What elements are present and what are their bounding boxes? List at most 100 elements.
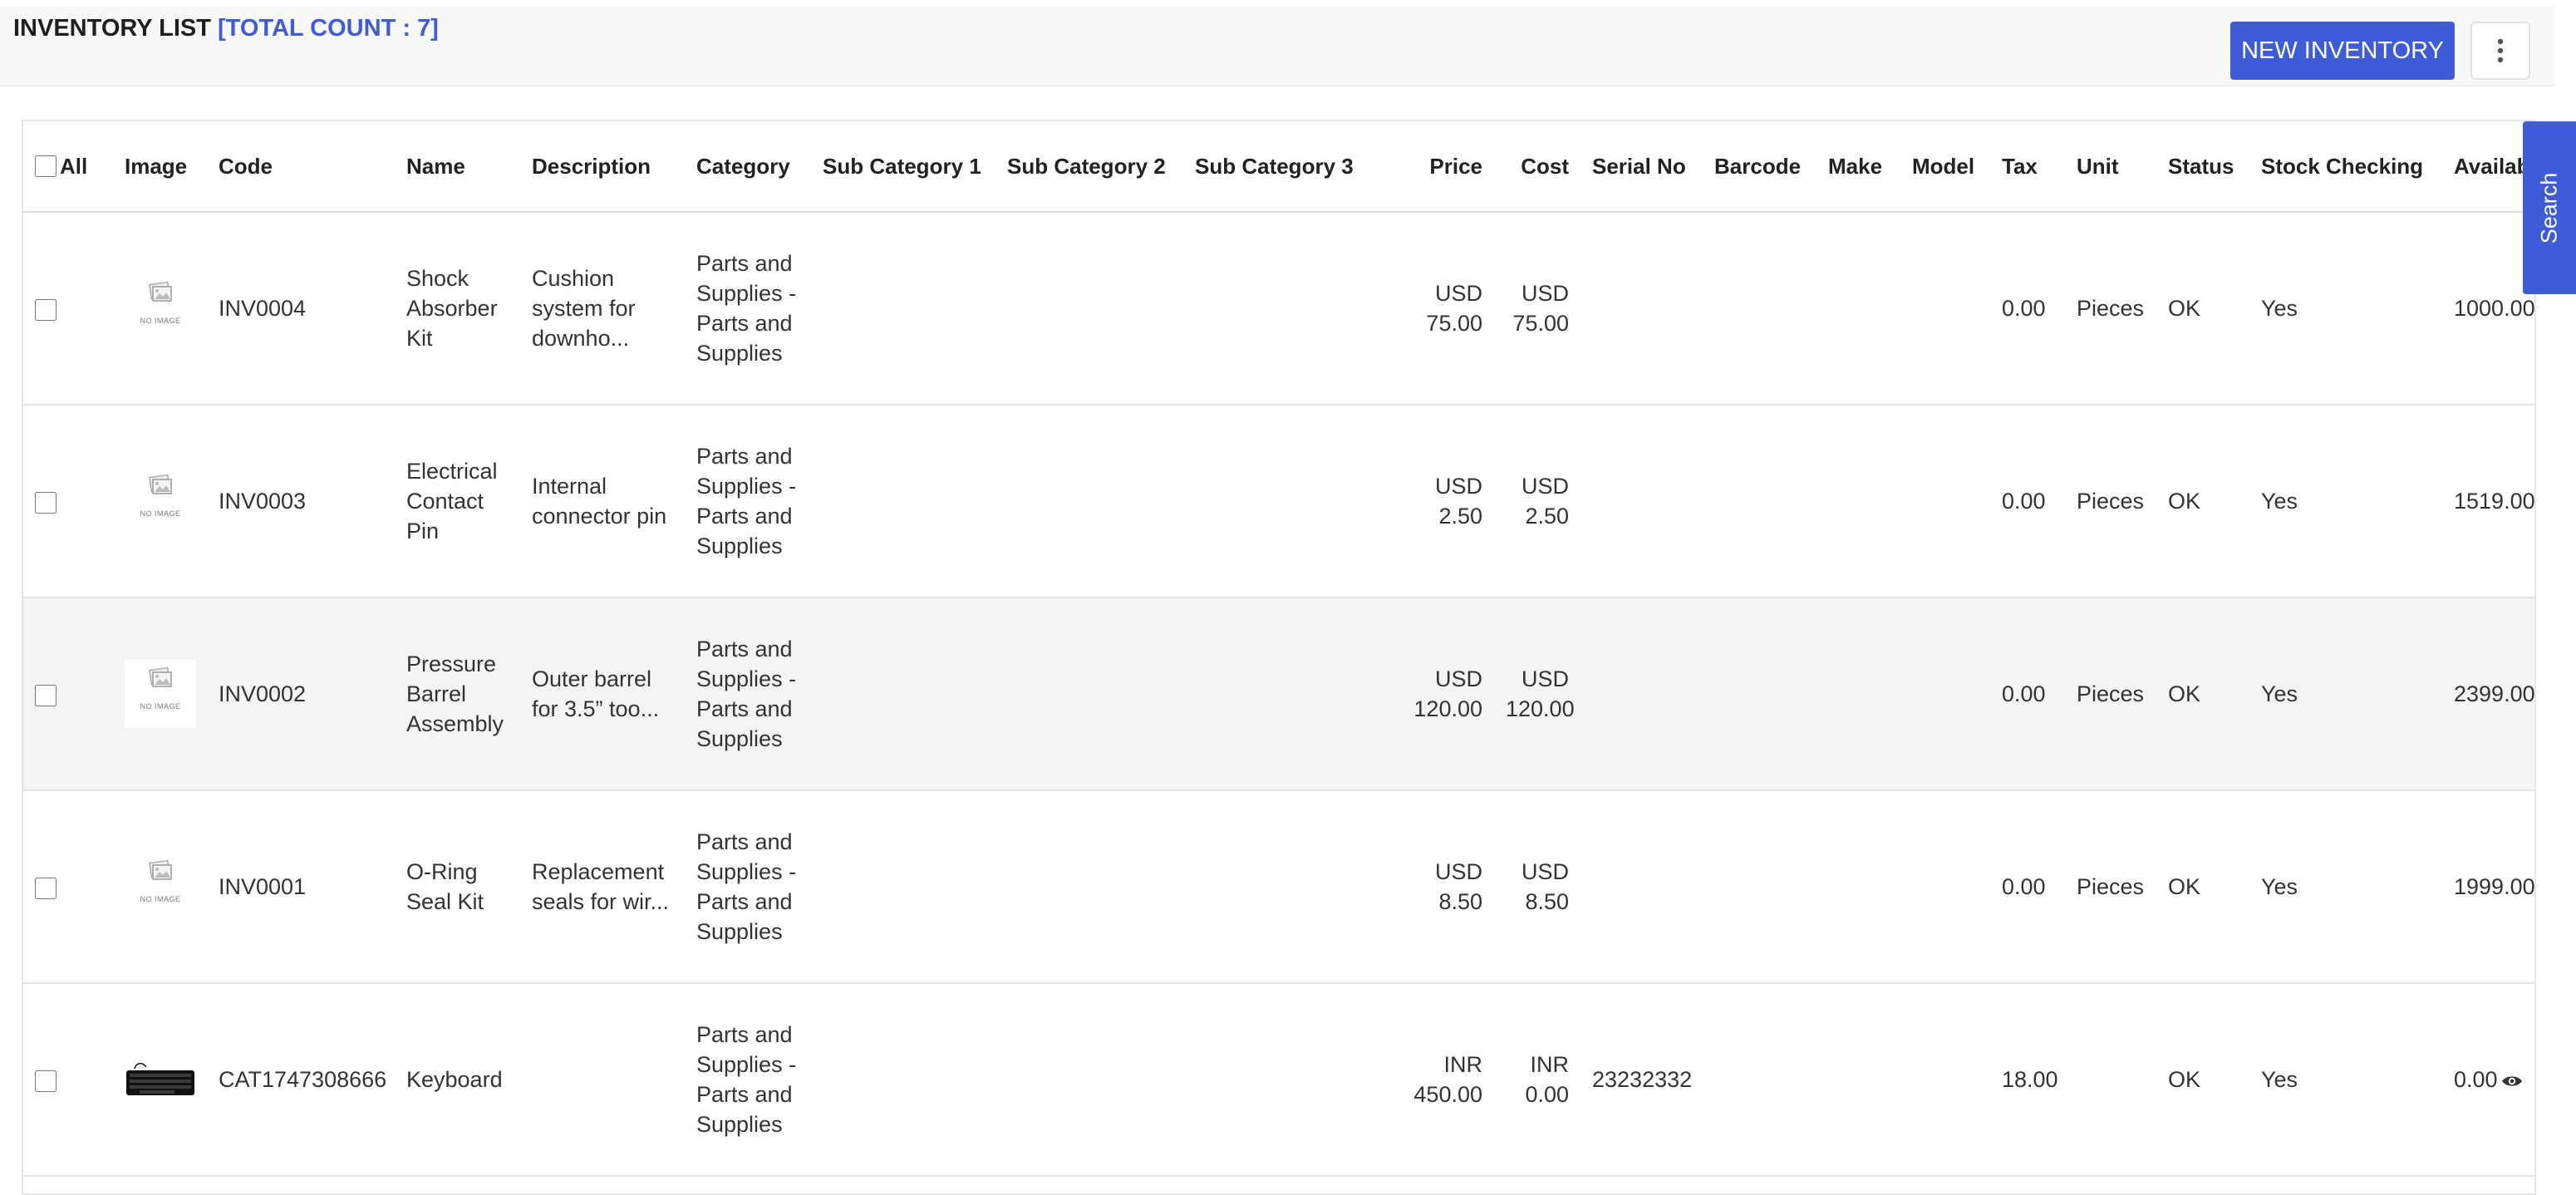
table-row[interactable]: NO IMAGE INV0004 Shock Absorber Kit Cush… [23,212,2534,406]
cost-value: 75.00 [1512,311,1569,336]
col-header-sub-category-3[interactable]: Sub Category 3 [1183,121,1386,213]
sub-category-2-cell [995,212,1183,406]
price-value: 8.50 [1438,889,1482,914]
available-cell: 1999.00 [2442,790,2534,984]
col-header-tax[interactable]: Tax [1990,121,2065,213]
cost-value: 120.00 [1506,696,1575,721]
description-cell [520,983,685,1177]
description-cell: Replacement seals for wir... [520,790,685,984]
col-header-description[interactable]: Description [520,121,685,213]
price-cell: USD 2.50 [1386,405,1494,598]
model-cell [1900,790,1990,984]
total-count: [TOTAL COUNT : 7] [218,15,439,42]
category-cell: Parts and Supplies - Parts and Supplies [685,983,811,1177]
col-header-unit[interactable]: Unit [2065,121,2156,213]
col-header-model[interactable]: Model [1900,121,1990,213]
no-image-icon: NO IMAGE [125,660,196,728]
col-header-make[interactable]: Make [1816,121,1900,213]
sub-category-1-cell [811,598,995,791]
category-cell: Parts and Supplies - Parts and Supplies [685,598,811,791]
description-cell: Internal connector pin [520,405,685,598]
col-header-name[interactable]: Name [395,121,520,213]
price-cell: USD 8.50 [1386,790,1494,984]
price-value: 120.00 [1413,696,1482,721]
col-header-sub-category-2[interactable]: Sub Category 2 [995,121,1183,213]
col-header-serial-no[interactable]: Serial No [1581,121,1703,213]
code-cell: INV0004 [207,212,395,406]
table-row[interactable]: NO IMAGE INV0003 Electrical Contact Pin … [23,405,2534,598]
tax-cell: 18.00 [1990,983,2065,1177]
row-select-cell [23,212,113,406]
unit-cell: Pieces [2065,598,2156,791]
col-header-price[interactable]: Price [1386,121,1494,213]
description-cell: Cushion system for downho... [520,212,685,406]
sub-category-1-cell [811,405,995,598]
keyboard-image [125,1045,196,1114]
cost-currency: USD [1521,281,1569,306]
make-cell [1816,983,1900,1177]
serial-no-cell: 23232332 [1581,983,1703,1177]
image-cell: NO IMAGE [113,790,207,984]
available-cell: 2399.00 [2442,598,2535,791]
cost-cell: USD 2.50 [1494,405,1581,598]
row-checkbox[interactable] [35,684,57,706]
sub-category-3-cell [1183,983,1386,1177]
barcode-cell [1703,983,1816,1177]
available-qty: 0.00 [2454,1067,2498,1092]
price-cell: INR 450.00 [1386,983,1494,1177]
page-header: INVENTORY LIST [TOTAL COUNT : 7] NEW INV… [0,7,2554,86]
row-checkbox[interactable] [35,877,57,899]
row-select-cell [23,405,113,598]
search-tab[interactable]: Search [2523,121,2576,294]
table-row[interactable]: NO IMAGE INV0001 O-Ring Seal Kit Replace… [23,790,2534,984]
no-image-label: NO IMAGE [140,317,181,325]
stock-checking-cell: Yes [2249,212,2442,406]
category-cell: Parts and Supplies - Parts and Supplies [685,405,811,598]
row-checkbox[interactable] [35,1070,57,1092]
category-cell: Parts and Supplies - Parts and Supplies [685,790,811,984]
stock-checking-cell: Yes [2249,405,2442,598]
cost-currency: INR [1530,1052,1570,1077]
serial-no-cell [1581,405,1703,598]
row-checkbox[interactable] [35,491,57,514]
stock-checking-cell: Yes [2249,983,2442,1177]
new-inventory-button[interactable]: NEW INVENTORY [2230,22,2455,80]
row-checkbox[interactable] [35,298,57,321]
col-header-sub-category-1[interactable]: Sub Category 1 [811,121,995,213]
barcode-cell [1703,212,1816,406]
col-header-code[interactable]: Code [207,121,395,213]
col-header-image: Image [113,121,207,213]
eye-icon[interactable] [2501,1074,2523,1089]
status-cell: OK [2156,598,2249,791]
no-image-label: NO IMAGE [140,702,181,711]
sub-category-3-cell [1183,212,1386,406]
cost-cell: USD 120.00 [1494,598,1581,791]
status-cell: OK [2156,405,2249,598]
col-header-status[interactable]: Status [2156,121,2249,213]
more-options-button[interactable] [2470,22,2530,80]
col-header-barcode[interactable]: Barcode [1703,121,1816,213]
tax-cell: 0.00 [1990,212,2065,406]
title-text: INVENTORY LIST [13,15,211,42]
sub-category-2-cell [995,790,1183,984]
stock-checking-cell: Yes [2249,598,2442,791]
make-cell [1816,405,1900,598]
table-row[interactable]: CAT1747308666 Keyboard Parts and Supplie… [23,983,2534,1177]
table-row[interactable]: NO IMAGE INV0002 Pressure Barrel Assembl… [23,598,2535,791]
col-header-stock-checking[interactable]: Stock Checking [2249,121,2442,213]
select-all-checkbox[interactable] [35,155,57,177]
sub-category-2-cell [995,405,1183,598]
no-image-label: NO IMAGE [140,895,181,903]
model-cell [1900,212,1990,406]
name-cell: O-Ring Seal Kit [395,790,520,984]
col-header-category[interactable]: Category [685,121,811,213]
available-qty: 2399.00 [2454,681,2535,706]
col-header-cost[interactable]: Cost [1494,121,1581,213]
name-cell: Shock Absorber Kit [395,212,520,406]
serial-no-cell [1581,598,1703,791]
model-cell [1900,405,1990,598]
unit-cell: Pieces [2065,405,2156,598]
stock-checking-cell: Yes [2249,790,2442,984]
name-cell: Keyboard [395,983,520,1177]
unit-cell: Pieces [2065,790,2156,984]
